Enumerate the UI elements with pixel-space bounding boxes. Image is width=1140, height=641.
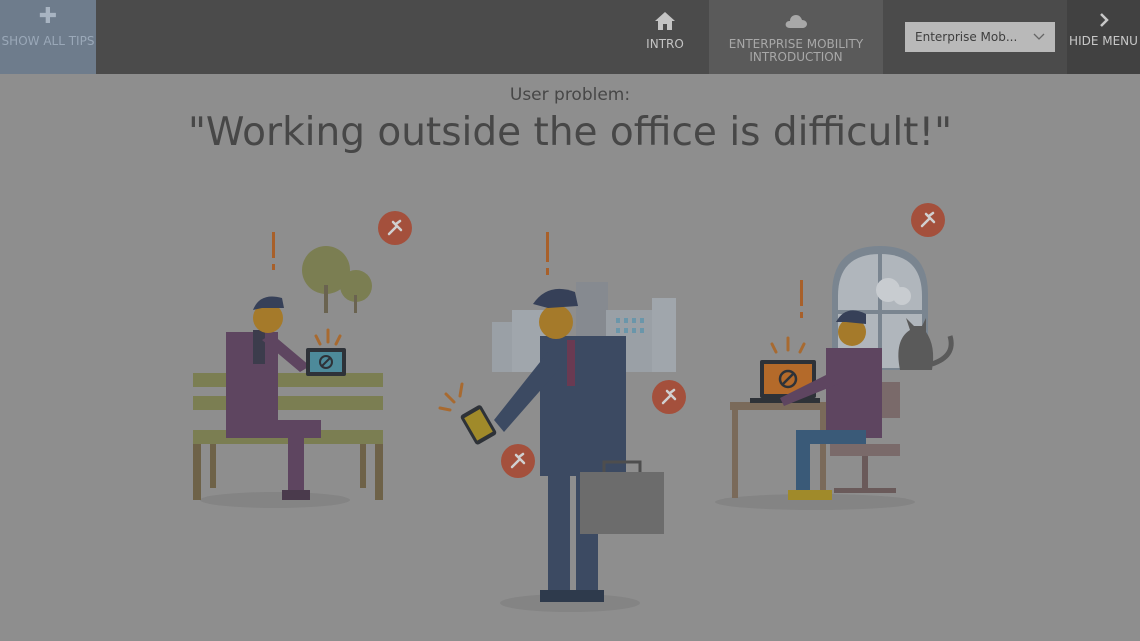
park-scene	[193, 211, 412, 508]
pin-icon	[501, 444, 535, 478]
pin-icon	[378, 211, 412, 245]
home-office-scene	[715, 203, 954, 510]
pin-icon	[652, 380, 686, 414]
scenario-illustration	[193, 203, 954, 612]
street-scene	[438, 232, 686, 612]
pin-icon	[911, 203, 945, 237]
